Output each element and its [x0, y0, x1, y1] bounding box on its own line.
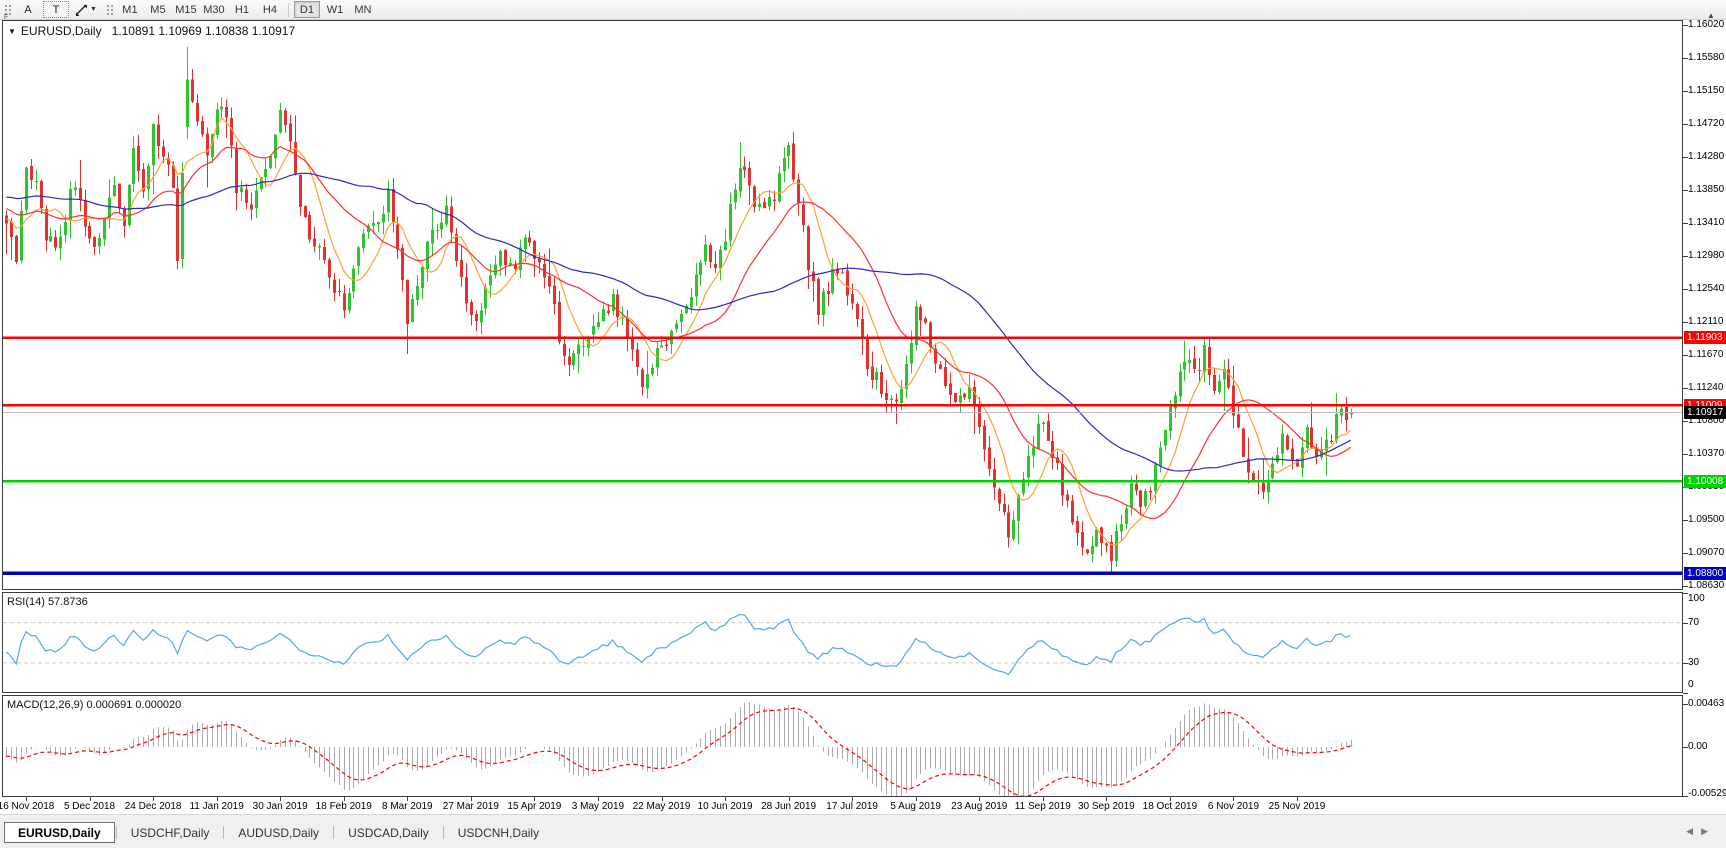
- chart-tabs: EURUSD,DailyUSDCHF,DailyAUDUSD,DailyUSDC…: [4, 822, 552, 843]
- date-tick-label: 22 May 2019: [633, 801, 691, 812]
- chart-tab-audusd[interactable]: AUDUSD,Daily: [225, 822, 332, 843]
- date-tick-label: 5 Dec 2018: [64, 801, 115, 812]
- price-tick-label: 1.09070: [1688, 547, 1726, 558]
- date-tick-label: 24 Dec 2018: [125, 801, 182, 812]
- chart-title: ▼ EURUSD,Daily 1.10891 1.10969 1.10838 1.1…: [8, 24, 295, 38]
- macd-axis-label: 0.00463: [1688, 698, 1726, 709]
- date-tick-label: 23 Aug 2019: [951, 801, 1007, 812]
- rsi-axis-label: 100: [1688, 593, 1726, 604]
- date-tick-label: 11 Jan 2019: [189, 801, 243, 812]
- tab-scroll-right-icon[interactable]: ▶: [1701, 826, 1716, 836]
- price-tick-label: 1.13410: [1688, 217, 1726, 228]
- tab-scroll-arrows: ◀▶: [1686, 826, 1716, 837]
- rsi-label: RSI(14) 57.8736: [7, 596, 88, 608]
- tab-separator: [443, 826, 444, 839]
- macd-histogram: [7, 702, 1352, 806]
- symbol-period-label: EURUSD,Daily: [21, 24, 102, 38]
- date-tick-label: 28 Jun 2019: [761, 801, 816, 812]
- price-tick-label: 1.09500: [1688, 514, 1726, 525]
- price-marker-1.10917: 1.10917: [1684, 406, 1726, 419]
- date-tick-label: 30 Jan 2019: [253, 801, 308, 812]
- tab-separator: [116, 826, 117, 839]
- price-tick-label: 1.11670: [1688, 349, 1726, 360]
- date-tick-label: 8 Mar 2019: [382, 801, 433, 812]
- date-tick-label: 5 Aug 2019: [890, 801, 941, 812]
- price-marker-1.10008: 1.10008: [1684, 475, 1726, 488]
- price-tick-label: 1.12110: [1688, 316, 1726, 327]
- price-tick-label: 1.10370: [1688, 448, 1726, 459]
- date-tick-label: 3 May 2019: [572, 801, 624, 812]
- ohlc-values: 1.10891 1.10969 1.10838 1.10917: [112, 24, 296, 38]
- tab-separator: [333, 826, 334, 839]
- date-tick-label: 6 Nov 2019: [1208, 801, 1259, 812]
- macd-signal-line: [6, 708, 1350, 796]
- price-tick-label: 1.15580: [1688, 52, 1726, 63]
- rsi-line: [6, 615, 1350, 675]
- price-tick-label: 1.15150: [1688, 85, 1726, 96]
- price-tick-label: 1.11240: [1688, 382, 1726, 393]
- price-tick-label: 1.13850: [1688, 184, 1726, 195]
- rsi-axis-label: 30: [1688, 657, 1726, 668]
- chart-dropdown-icon[interactable]: ▼: [8, 27, 16, 36]
- price-marker-1.11903: 1.11903: [1684, 331, 1726, 344]
- macd-axis-label: -0.005299: [1688, 788, 1726, 799]
- chart-tab-usdcad[interactable]: USDCAD,Daily: [335, 822, 442, 843]
- date-tick-label: 27 Mar 2019: [443, 801, 499, 812]
- price-tick-label: 1.14280: [1688, 151, 1726, 162]
- date-tick-label: 16 Nov 2018: [0, 801, 54, 812]
- price-tick-label: 1.14720: [1688, 118, 1726, 129]
- macd-label: MACD(12,26,9) 0.000691 0.000020: [7, 699, 181, 711]
- date-tick-label: 18 Oct 2019: [1143, 801, 1197, 812]
- date-tick-label: 18 Feb 2019: [316, 801, 372, 812]
- macd-axis-label: 0.00: [1688, 741, 1726, 752]
- chart-tab-eurusd[interactable]: EURUSD,Daily: [4, 822, 115, 843]
- date-tick-label: 30 Sep 2019: [1078, 801, 1135, 812]
- moving-average-50: [6, 173, 1350, 471]
- terminal-window: F A T ▼ M1M5M15M30H1H4D1W1MN ▼EURUSD,Dai…: [0, 0, 1726, 848]
- axis-scroll-marker-icon[interactable]: ▲: [1707, 11, 1715, 20]
- date-tick-label: 10 Jun 2019: [698, 801, 753, 812]
- date-tick-label: 25 Nov 2019: [1269, 801, 1326, 812]
- price-tick-label: 1.12540: [1688, 283, 1726, 294]
- rsi-axis-label: 70: [1688, 617, 1726, 628]
- date-tick-label: 11 Sep 2019: [1015, 801, 1071, 812]
- chart-tab-usdcnh[interactable]: USDCNH,Daily: [445, 822, 552, 843]
- moving-average-20: [6, 147, 1350, 519]
- rsi-axis-label: 0: [1688, 679, 1726, 690]
- price-tick-label: 1.16020: [1688, 19, 1726, 30]
- price-tick-label: 1.12980: [1688, 250, 1726, 261]
- chart-canvas[interactable]: [0, 0, 1726, 848]
- price-marker-1.08800: 1.08800: [1684, 567, 1726, 580]
- tab-scroll-left-icon[interactable]: ◀: [1686, 826, 1701, 836]
- tab-separator: [223, 826, 224, 839]
- date-tick-label: 17 Jul 2019: [826, 801, 878, 812]
- date-tick-label: 15 Apr 2019: [507, 801, 561, 812]
- chart-tab-strip: EURUSD,DailyUSDCHF,DailyAUDUSD,DailyUSDC…: [0, 814, 1726, 848]
- chart-tab-usdchf[interactable]: USDCHF,Daily: [118, 822, 223, 843]
- price-tick-label: 1.08630: [1688, 580, 1726, 591]
